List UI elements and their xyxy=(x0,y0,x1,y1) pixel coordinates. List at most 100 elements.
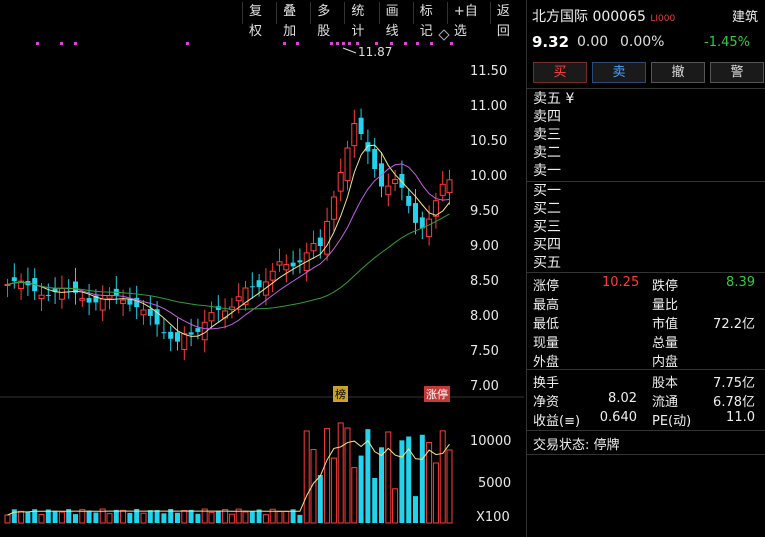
price-tick: 11.50 xyxy=(470,64,508,79)
sell-button[interactable]: 卖 xyxy=(592,62,646,83)
candle-body xyxy=(406,196,412,206)
buy-level-2: 买二 xyxy=(533,201,561,217)
event-dot[interactable] xyxy=(416,42,419,45)
event-dot[interactable] xyxy=(283,42,286,45)
turnover-label: 换手 xyxy=(533,376,560,391)
event-dot[interactable] xyxy=(330,42,333,45)
limit-up-value: 10.25 xyxy=(602,275,640,290)
sell-level-1: 卖一 xyxy=(533,163,561,179)
candle-body xyxy=(290,262,296,267)
candle-body xyxy=(283,264,290,271)
candle-body xyxy=(297,260,303,263)
volume-bar xyxy=(140,512,147,524)
volume-bar xyxy=(113,509,119,523)
volume-bar xyxy=(52,510,58,523)
total-volume-label: 总量 xyxy=(652,336,679,351)
candle-body xyxy=(399,173,405,188)
share-capital-label: 股本 xyxy=(652,376,679,391)
candle-body xyxy=(195,328,201,332)
candle-body xyxy=(392,179,399,184)
last-price: 9.32 xyxy=(532,33,570,51)
volume-unit: X100 xyxy=(476,510,510,525)
volume-bar xyxy=(358,455,364,523)
event-dot[interactable] xyxy=(36,42,39,45)
volume-bar xyxy=(181,509,188,524)
candle-body xyxy=(413,203,418,223)
candle-body xyxy=(181,333,188,350)
volume-bar xyxy=(106,513,113,524)
volume-bar xyxy=(337,422,344,524)
candle-body xyxy=(372,148,378,169)
price-change: 0.00 xyxy=(577,34,609,50)
buy-button[interactable]: 买 xyxy=(533,62,587,83)
eps-label: 收益(≡) xyxy=(533,414,581,429)
event-dot[interactable] xyxy=(186,42,189,45)
volume-bar xyxy=(18,510,25,524)
alert-button[interactable]: 警 xyxy=(710,62,764,83)
volume-bar xyxy=(283,510,290,524)
volume-bar xyxy=(385,431,392,524)
volume-bar xyxy=(249,511,255,523)
price-tick: 10.00 xyxy=(470,169,508,184)
share-capital-value: 7.75亿 xyxy=(713,376,755,391)
bang-badge: 榜 xyxy=(333,386,348,402)
candle-body xyxy=(45,294,51,296)
net-assets-value: 8.02 xyxy=(608,391,637,406)
volume-bar xyxy=(127,512,133,523)
event-dot[interactable] xyxy=(336,42,339,45)
volume-bar xyxy=(188,509,194,523)
candle-body xyxy=(439,183,446,196)
sell-book: 卖五 ¥ 卖四 卖三 卖二 卖一 xyxy=(533,90,574,180)
candle-body xyxy=(175,332,180,342)
outer-volume-label: 外盘 xyxy=(533,355,560,370)
candle-body xyxy=(188,332,194,335)
price-tick: 9.00 xyxy=(470,239,499,254)
volume-bar xyxy=(426,442,433,524)
candle-body xyxy=(344,147,351,182)
event-dot[interactable] xyxy=(296,42,299,45)
volume-bar xyxy=(58,511,65,524)
candle-body xyxy=(99,298,106,311)
event-dot[interactable] xyxy=(430,42,433,45)
quote-panel: 北方国际 000065 LI000 建筑 9.32 0.00 0.00% -1.… xyxy=(526,0,765,537)
cancel-order-button[interactable]: 撤 xyxy=(651,62,705,83)
candle-body xyxy=(120,299,127,305)
volume-bar xyxy=(147,510,153,523)
candle-body xyxy=(147,309,153,316)
event-dot[interactable] xyxy=(348,42,351,45)
candle-body xyxy=(58,287,65,300)
candle-body xyxy=(446,179,453,194)
volume-bar xyxy=(161,513,167,523)
candle-body xyxy=(317,237,323,246)
volume-bar xyxy=(392,488,399,524)
volume-bar xyxy=(432,462,439,524)
event-dot[interactable] xyxy=(74,42,77,45)
volume-bar xyxy=(154,510,160,523)
price-tick: 9.50 xyxy=(470,204,499,219)
volume-bar xyxy=(38,514,45,524)
event-dot[interactable] xyxy=(342,42,345,45)
stock-name[interactable]: 北方国际 000065 xyxy=(532,9,646,25)
pe-value: 11.0 xyxy=(726,410,755,425)
candle-body xyxy=(358,117,364,134)
candle-body xyxy=(79,298,86,301)
candle-body xyxy=(11,277,17,282)
volume-bar xyxy=(228,513,235,524)
volume-bar xyxy=(25,511,31,523)
event-dot[interactable] xyxy=(450,42,453,45)
volume-bar xyxy=(324,428,331,524)
net-assets-label: 净资 xyxy=(533,395,560,410)
level-badge: LI000 xyxy=(650,14,676,24)
sell-level-4: 卖四 xyxy=(533,109,561,125)
kline-chart-area[interactable]: 复权 叠加 多股 统计 画线 标记 +自选 返回 11.87 11.50 11.… xyxy=(0,0,524,537)
volume-bar xyxy=(208,511,215,524)
event-dot[interactable] xyxy=(404,42,407,45)
low-label: 最低 xyxy=(533,317,560,332)
limit-down-value: 8.39 xyxy=(726,275,755,290)
ma10-line xyxy=(7,163,450,330)
candle-body xyxy=(86,298,92,303)
price-tick: 11.00 xyxy=(470,99,508,114)
event-dot[interactable] xyxy=(60,42,63,45)
industry-label[interactable]: 建筑 xyxy=(732,6,758,25)
current-volume-label: 现量 xyxy=(533,336,560,351)
